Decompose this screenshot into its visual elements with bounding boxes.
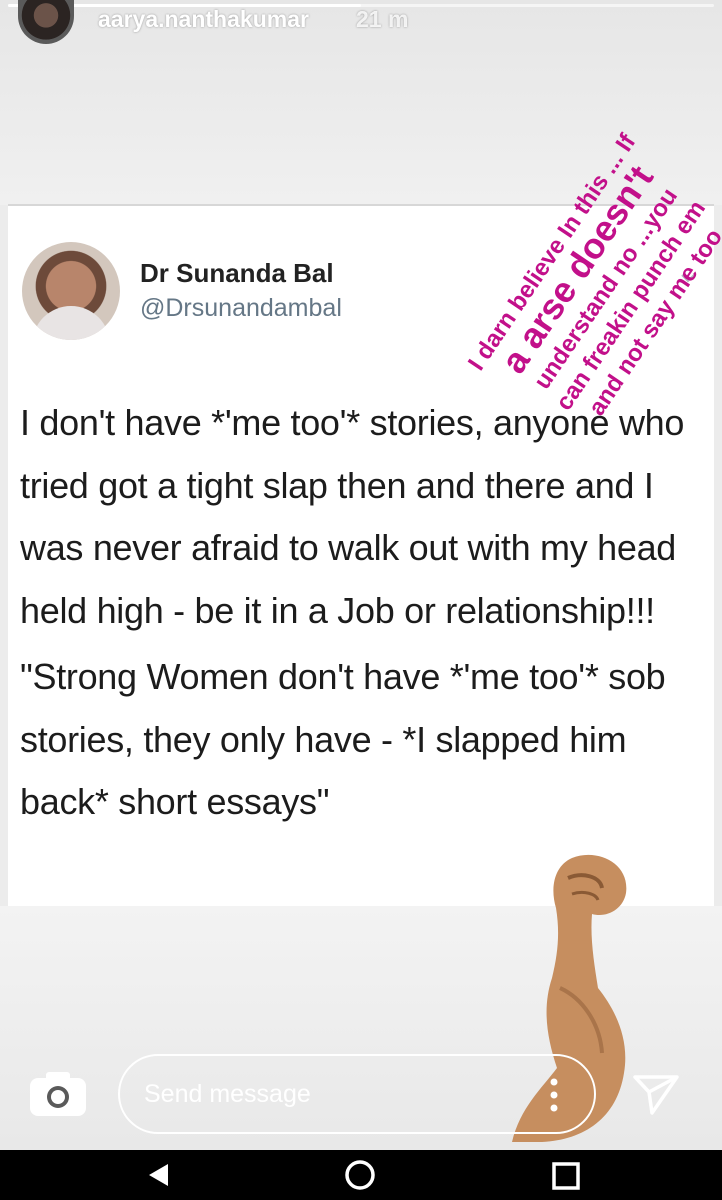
story-screen: aarya.nanthakumar 21 m Dr Sunanda Bal @D… [0,0,722,1200]
back-icon[interactable] [146,1162,172,1188]
tweet-paragraph-2: "Strong Women don't have *'me too'* sob … [20,656,666,822]
send-icon[interactable] [632,1074,680,1116]
send-message-input[interactable]: Send message [118,1054,596,1134]
more-vertical-icon[interactable] [550,1078,558,1112]
camera-icon[interactable] [26,1070,90,1120]
tweet-author-avatar [22,242,120,340]
tweet-author-name: Dr Sunanda Bal [140,258,334,288]
tweet-paragraph-1: I don't have *'me too'* stories, anyone … [20,402,685,631]
tweet-author-handle: @Drsunandambal [140,294,342,322]
home-icon[interactable] [344,1159,376,1191]
send-message-placeholder: Send message [144,1080,311,1108]
story-user-avatar[interactable] [18,0,74,44]
story-timestamp: 21 m [356,6,409,32]
tweet-body: I don't have *'me too'* stories, anyone … [20,392,710,834]
recent-apps-icon[interactable] [552,1162,580,1190]
story-username[interactable]: aarya.nanthakumar [98,6,309,33]
android-navigation-bar [0,1150,722,1200]
